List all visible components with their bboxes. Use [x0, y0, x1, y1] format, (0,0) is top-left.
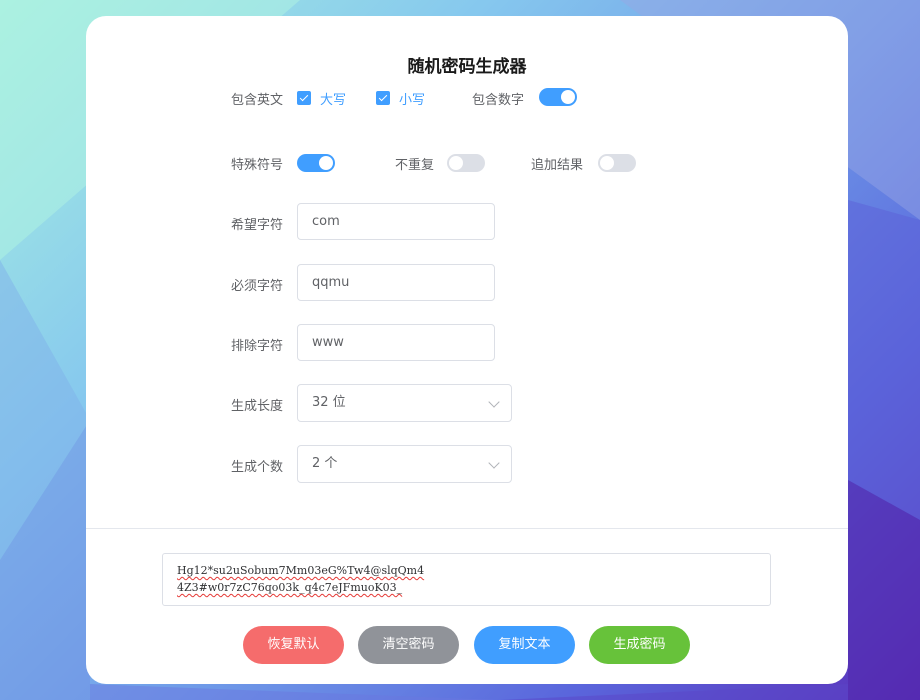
password-generator-card: 随机密码生成器 包含英文 大写 小写 包含数字 特殊符号 不重复 追加结果 希望…	[86, 16, 848, 684]
toggle-knob	[449, 156, 463, 170]
special-symbols-label: 特殊符号	[231, 158, 284, 173]
no-repeat-label: 不重复	[395, 158, 435, 173]
chevron-down-icon	[488, 396, 500, 408]
lowercase-checkbox[interactable]	[376, 91, 390, 105]
divider	[86, 528, 848, 529]
copy-button[interactable]: 复制文本	[474, 626, 575, 664]
special-symbols-toggle[interactable]	[297, 154, 335, 172]
uppercase-checkbox[interactable]	[297, 91, 311, 105]
reset-button[interactable]: 恢复默认	[243, 626, 344, 664]
result-textarea[interactable]: Hg12*su2uSobum7Mm03eG%Tw4@slqQm4 4Z3#w0r…	[162, 553, 771, 606]
password-line: 4Z3#w0r7zC76qo03k_q4c7eJFmuoK03_	[177, 581, 403, 594]
desired-chars-input[interactable]: com	[297, 203, 495, 240]
include-numbers-label: 包含数字	[472, 93, 525, 108]
count-select-value: 2 个	[312, 456, 338, 471]
lowercase-label[interactable]: 小写	[399, 89, 425, 108]
required-chars-label: 必须字符	[231, 279, 284, 294]
toggle-knob	[561, 90, 575, 104]
include-letters-label: 包含英文	[231, 93, 284, 108]
length-select-value: 32 位	[312, 395, 346, 410]
toggle-knob	[600, 156, 614, 170]
desired-chars-label: 希望字符	[231, 218, 284, 233]
clear-button[interactable]: 清空密码	[358, 626, 459, 664]
generate-button[interactable]: 生成密码	[589, 626, 690, 664]
append-result-label: 追加结果	[531, 158, 584, 173]
include-numbers-toggle[interactable]	[539, 88, 577, 106]
password-line: Hg12*su2uSobum7Mm03eG%Tw4@slqQm4	[177, 564, 425, 577]
excluded-chars-input[interactable]: www	[297, 324, 495, 361]
count-label: 生成个数	[231, 460, 284, 475]
no-repeat-toggle[interactable]	[447, 154, 485, 172]
excluded-chars-label: 排除字符	[231, 339, 284, 354]
toggle-knob	[319, 156, 333, 170]
length-select[interactable]: 32 位	[297, 384, 512, 422]
required-chars-input[interactable]: qqmu	[297, 264, 495, 301]
chevron-down-icon	[488, 457, 500, 469]
count-select[interactable]: 2 个	[297, 445, 512, 483]
page-title: 随机密码生成器	[407, 57, 527, 77]
append-result-toggle[interactable]	[598, 154, 636, 172]
length-label: 生成长度	[231, 399, 284, 414]
uppercase-label[interactable]: 大写	[320, 89, 346, 108]
